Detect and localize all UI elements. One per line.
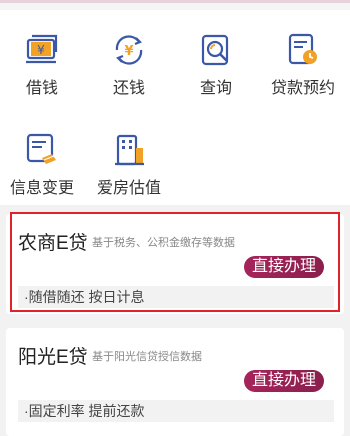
product-name: 农商E贷 xyxy=(18,233,88,254)
apply-button[interactable]: 直接办理 xyxy=(243,256,324,278)
menu-item-loan-appointment[interactable]: 贷款预约 xyxy=(268,10,338,97)
menu-item-label: 还钱 xyxy=(112,80,145,97)
product-feature: ·随借随还 按日计息 xyxy=(18,286,334,308)
yen-cycle-icon: ¥ xyxy=(115,35,143,65)
product-description: 基于税务、公积金缴存等数据 xyxy=(92,237,235,249)
top-strip xyxy=(0,0,350,10)
menu-item-label: 查询 xyxy=(199,80,232,97)
menu-item-repay[interactable]: ¥ 还钱 xyxy=(94,10,164,97)
search-doc-icon xyxy=(201,34,229,66)
product-card-yangguang: 阳光E贷 基于阳光信贷授信数据 直接办理 ·固定利率 提前还款 xyxy=(6,328,344,436)
yen-card-icon: ¥ xyxy=(26,34,58,64)
menu-item-label: 贷款预约 xyxy=(270,80,335,97)
svg-text:¥: ¥ xyxy=(37,43,45,57)
svg-text:¥: ¥ xyxy=(124,44,133,59)
product-card-nongshang: 农商E贷 基于税务、公积金缴存等数据 直接办理 ·随借随还 按日计息 xyxy=(6,214,344,314)
building-icon xyxy=(115,134,144,166)
menu-item-label: 信息变更 xyxy=(9,180,74,197)
edit-doc-icon xyxy=(26,133,56,164)
menu-item-info-change[interactable]: 信息变更 xyxy=(7,110,77,197)
menu-item-label: 借钱 xyxy=(25,80,58,97)
top-accent-line xyxy=(0,0,350,3)
product-name: 阳光E贷 xyxy=(18,347,88,368)
product-description: 基于阳光信贷授信数据 xyxy=(92,351,202,363)
clock-doc-icon xyxy=(288,33,317,65)
apply-button[interactable]: 直接办理 xyxy=(243,370,324,392)
service-grid: ¥ 借钱 ¥ 还钱 查询 贷款预约 信息变更 爱房估值 xyxy=(0,10,350,205)
product-feature: ·固定利率 提前还款 xyxy=(18,400,334,422)
menu-item-label: 爱房估值 xyxy=(96,180,161,197)
menu-item-borrow[interactable]: ¥ 借钱 xyxy=(7,10,77,97)
menu-item-query[interactable]: 查询 xyxy=(181,10,251,97)
menu-item-house-valuation[interactable]: 爱房估值 xyxy=(94,110,164,197)
